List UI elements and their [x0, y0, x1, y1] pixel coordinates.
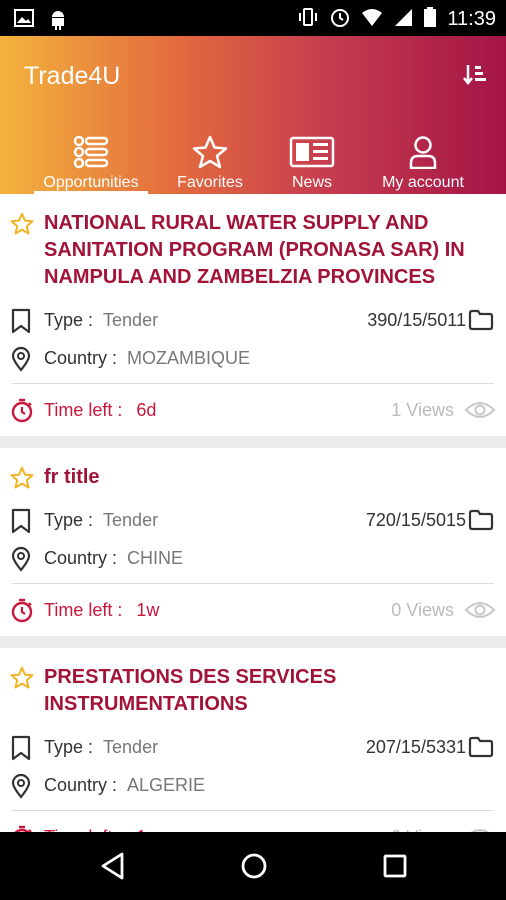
- opportunity-card[interactable]: PRESTATIONS DES SERVICES INSTRUMENTATION…: [0, 648, 506, 832]
- tab-opportunities[interactable]: Opportunities: [34, 134, 148, 194]
- vibrate-icon: [297, 6, 319, 33]
- tab-favorites[interactable]: Favorites: [155, 134, 265, 194]
- views-count: 1 Views: [391, 399, 454, 420]
- country-row: Country : ALGERIE: [0, 766, 506, 804]
- stopwatch-icon: [10, 398, 34, 429]
- type-row: Type : Tender 720/15/5015: [0, 501, 506, 539]
- location-pin-icon: [10, 546, 32, 577]
- eye-icon: [464, 600, 496, 625]
- country-row: Country : CHINE: [0, 539, 506, 577]
- bookmark-icon: [10, 508, 32, 539]
- alarm-icon: [329, 6, 351, 33]
- opportunities-list: NATIONAL RURAL WATER SUPPLY AND SANITATI…: [0, 194, 506, 832]
- eye-icon: [464, 400, 496, 425]
- time-left-value: 1w: [136, 599, 160, 620]
- country-label: Country :: [44, 347, 118, 368]
- time-left-row: Time left : 6d 1 Views: [0, 384, 506, 436]
- type-label: Type :: [44, 309, 94, 330]
- views-count: 0 Views: [391, 599, 454, 620]
- reference-number: 720/15/5015: [365, 509, 466, 530]
- type-label: Type :: [44, 736, 94, 757]
- reference-number: 207/15/5331: [365, 736, 466, 757]
- time-left-label: Time left :: [44, 599, 123, 620]
- tab-label: My account: [382, 174, 464, 191]
- tab-news[interactable]: News: [257, 134, 367, 194]
- type-value: Tender: [103, 736, 159, 757]
- type-row: Type : Tender 390/15/5011: [0, 301, 506, 339]
- country-value: MOZAMBIQUE: [127, 347, 251, 368]
- wifi-icon: [361, 7, 383, 32]
- country-row: Country : MOZAMBIQUE: [0, 339, 506, 377]
- person-icon: [408, 134, 438, 170]
- tab-label: Favorites: [177, 174, 243, 191]
- opportunity-title: PRESTATIONS DES SERVICES INSTRUMENTATION…: [0, 648, 506, 718]
- folder-icon[interactable]: [468, 736, 494, 763]
- tab-label: Opportunities: [43, 174, 139, 191]
- newspaper-icon: [289, 134, 335, 170]
- time-left-value: 6d: [136, 399, 157, 420]
- bookmark-icon: [10, 735, 32, 766]
- clock-time: 11:39: [447, 8, 496, 30]
- opportunity-title-text: NATIONAL RURAL WATER SUPPLY AND SANITATI…: [44, 212, 465, 288]
- tab-bar: Opportunities Favorites News My account: [0, 134, 506, 194]
- favorite-star-icon[interactable]: [10, 212, 34, 244]
- home-icon[interactable]: [238, 850, 270, 887]
- tab-label: News: [291, 174, 332, 191]
- folder-icon[interactable]: [468, 309, 494, 336]
- folder-icon[interactable]: [468, 509, 494, 536]
- image-icon: [14, 8, 34, 35]
- status-bar: 11:39: [0, 0, 506, 36]
- opportunity-title-text: PRESTATIONS DES SERVICES INSTRUMENTATION…: [44, 666, 337, 715]
- system-navigation-bar: [0, 832, 506, 900]
- opportunity-title: fr title: [0, 448, 506, 491]
- stopwatch-icon: [10, 598, 34, 629]
- tab-my-account[interactable]: My account: [368, 134, 478, 194]
- location-pin-icon: [10, 773, 32, 804]
- location-pin-icon: [10, 346, 32, 377]
- country-value: ALGERIE: [127, 774, 206, 795]
- favorite-star-icon[interactable]: [10, 666, 34, 698]
- bookmark-icon: [10, 308, 32, 339]
- opportunity-card[interactable]: fr title Type : Tender 720/15/5015 Count…: [0, 448, 506, 636]
- time-left-row: Time left : 1w 0 Views: [0, 811, 506, 832]
- reference-number: 390/15/5011: [367, 309, 466, 330]
- favorite-star-icon[interactable]: [10, 466, 34, 498]
- type-value: Tender: [103, 309, 159, 330]
- battery-icon: [423, 6, 437, 33]
- time-left-label: Time left :: [44, 399, 123, 420]
- opportunity-title: NATIONAL RURAL WATER SUPPLY AND SANITATI…: [0, 194, 506, 291]
- country-label: Country :: [44, 774, 118, 795]
- signal-icon: [393, 7, 413, 32]
- opportunity-card[interactable]: NATIONAL RURAL WATER SUPPLY AND SANITATI…: [0, 194, 506, 436]
- recent-apps-icon[interactable]: [380, 850, 410, 887]
- app-bar: Trade4U Opportunities Favorites News My …: [0, 36, 506, 194]
- type-label: Type :: [44, 509, 94, 530]
- sort-icon[interactable]: [462, 62, 488, 93]
- android-icon: [48, 8, 68, 35]
- opportunity-title-text: fr title: [44, 466, 100, 488]
- list-icon: [73, 134, 109, 170]
- type-row: Type : Tender 207/15/5331: [0, 728, 506, 766]
- country-value: CHINE: [127, 547, 184, 568]
- stopwatch-icon: [10, 825, 34, 832]
- star-icon: [192, 134, 228, 170]
- country-label: Country :: [44, 547, 118, 568]
- back-icon[interactable]: [98, 850, 128, 887]
- time-left-row: Time left : 1w 0 Views: [0, 584, 506, 636]
- type-value: Tender: [103, 509, 159, 530]
- app-title: Trade4U: [24, 62, 121, 90]
